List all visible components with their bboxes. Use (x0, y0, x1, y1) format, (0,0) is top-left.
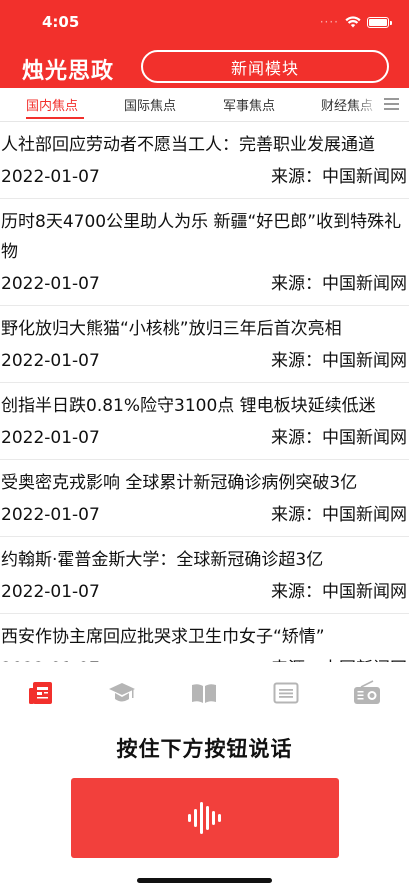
bottom-toolbar (0, 672, 409, 716)
news-date: 2022-01-07 (1, 428, 100, 448)
category-tabs: 国内焦点 国际焦点 军事焦点 财经焦点 (0, 88, 409, 122)
tab-fade (355, 88, 379, 121)
news-source: 来源：中国新闻网 (271, 274, 407, 294)
wifi-icon (345, 16, 361, 28)
battery-icon (367, 16, 392, 28)
news-source: 来源：中国新闻网 (271, 505, 407, 525)
news-meta: 2022-01-07 来源：中国新闻网 (1, 577, 409, 607)
news-date: 2022-01-07 (1, 167, 100, 187)
radio-icon[interactable] (353, 680, 381, 706)
news-item[interactable]: 历时8天4700公里助人为乐 新疆“好巴郎”收到特殊礼物 2022-01-07 … (0, 199, 409, 306)
voice-record-button[interactable] (71, 778, 339, 858)
news-list: 人社部回应劳动者不愿当工人：完善职业发展通道 2022-01-07 来源：中国新… (0, 122, 409, 662)
menu-icon[interactable] (384, 98, 399, 110)
news-source: 来源：中国新闻网 (271, 167, 407, 187)
news-title: 创指半日跌0.81%险守3100点 锂电板块延续低迷 (1, 396, 376, 416)
news-source: 来源：中国新闻网 (271, 351, 407, 371)
news-item[interactable]: 约翰斯·霍普金斯大学：全球新冠确诊超3亿 2022-01-07 来源：中国新闻网 (0, 537, 409, 614)
news-meta: 2022-01-07 来源：中国新闻网 (1, 500, 409, 530)
signal-icon: ···· (319, 15, 339, 29)
news-date: 2022-01-07 (1, 582, 100, 602)
news-item[interactable]: 野化放归大熊猫“小核桃”放归三年后首次亮相 2022-01-07 来源：中国新闻… (0, 306, 409, 383)
news-source: 来源：中国新闻网 (271, 428, 407, 448)
news-meta: 2022-01-07 来源：中国新闻网 (1, 346, 409, 376)
news-source: 来源：中国新闻网 (271, 582, 407, 602)
app-header: 4:05 ···· 烛光思政 新闻模块 (0, 0, 409, 88)
sound-wave-icon (188, 802, 221, 834)
active-tab-indicator (26, 117, 84, 119)
app-title: 烛光思政 (22, 59, 115, 84)
news-module-button[interactable]: 新闻模块 (141, 50, 389, 83)
tab-domestic[interactable]: 国内焦点 (26, 95, 78, 114)
news-date: 2022-01-07 (1, 274, 100, 294)
news-date: 2022-01-07 (1, 505, 100, 525)
screen: 4:05 ···· 烛光思政 新闻模块 国内焦点 国际焦点 军事焦点 财经焦点 … (0, 0, 409, 891)
home-indicator (137, 878, 272, 883)
tab-military[interactable]: 军事焦点 (223, 95, 275, 114)
news-title: 受奥密克戎影响 全球累计新冠确诊病例突破3亿 (1, 473, 358, 493)
news-meta: 2022-01-07 来源：中国新闻网 (1, 162, 409, 192)
news-meta: 2022-01-07 来源：中国新闻网 (1, 269, 409, 299)
news-source: 来源：中国新闻网 (271, 654, 407, 662)
news-title: 野化放归大熊猫“小核桃”放归三年后首次亮相 (1, 319, 342, 339)
news-date: 2022-01-07 (1, 654, 100, 662)
news-item[interactable]: 创指半日跌0.81%险守3100点 锂电板块延续低迷 2022-01-07 来源… (0, 383, 409, 460)
news-item[interactable]: 西安作协主席回应批哭求卫生巾女子“矫情” 2022-01-07 来源：中国新闻网 (0, 614, 409, 662)
document-icon[interactable] (272, 680, 300, 706)
voice-prompt: 按住下方按钮说话 (116, 737, 293, 761)
book-icon[interactable] (190, 680, 218, 706)
news-title: 历时8天4700公里助人为乐 新疆“好巴郎”收到特殊礼物 (1, 212, 402, 262)
news-meta: 2022-01-07 来源：中国新闻网 (1, 423, 409, 453)
news-title: 人社部回应劳动者不愿当工人：完善职业发展通道 (1, 135, 375, 155)
news-date: 2022-01-07 (1, 351, 100, 371)
tab-international[interactable]: 国际焦点 (124, 95, 176, 114)
news-item[interactable]: 受奥密克戎影响 全球累计新冠确诊病例突破3亿 2022-01-07 来源：中国新… (0, 460, 409, 537)
news-icon[interactable] (27, 680, 55, 706)
status-time: 4:05 (42, 13, 80, 31)
news-title: 约翰斯·霍普金斯大学：全球新冠确诊超3亿 (1, 550, 324, 570)
news-meta: 2022-01-07 来源：中国新闻网 (1, 654, 409, 662)
news-item[interactable]: 人社部回应劳动者不愿当工人：完善职业发展通道 2022-01-07 来源：中国新… (0, 122, 409, 199)
news-title: 西安作协主席回应批哭求卫生巾女子“矫情” (1, 627, 325, 647)
status-indicators: ···· (319, 15, 392, 29)
graduation-cap-icon[interactable] (108, 680, 136, 706)
